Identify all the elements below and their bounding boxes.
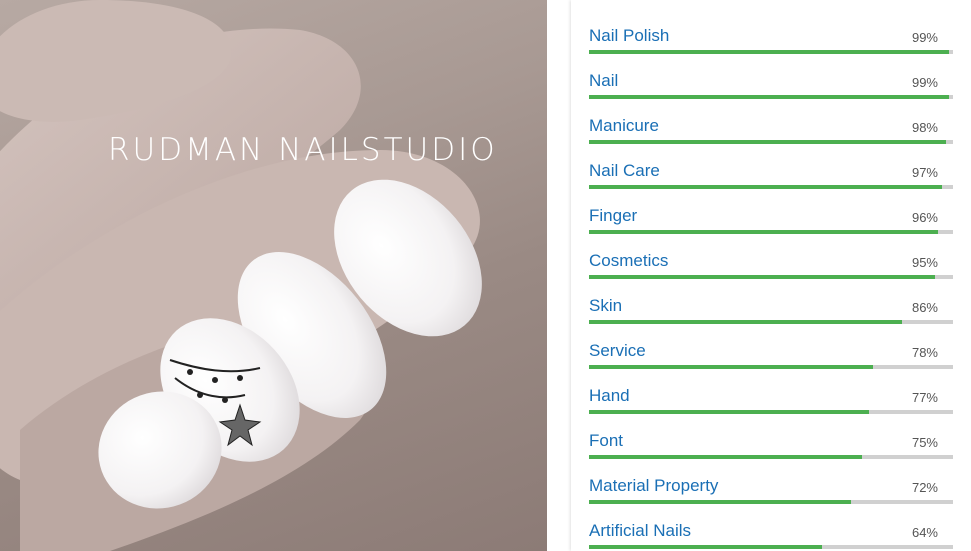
label-name-link[interactable]: Nail: [589, 71, 618, 91]
label-row: Nail Care 97%: [589, 135, 953, 189]
label-name-link[interactable]: Service: [589, 341, 646, 361]
label-score: 96%: [911, 210, 938, 225]
label-score: 75%: [911, 435, 938, 450]
analyzed-photo: RUDMAN NAILSTUDIO: [0, 0, 547, 551]
panel-gap: [547, 0, 571, 551]
score-bar-track: [589, 545, 953, 549]
label-score: 98%: [911, 120, 938, 135]
label-score: 78%: [911, 345, 938, 360]
label-row: Material Property 72%: [589, 450, 953, 504]
label-score: 77%: [911, 390, 938, 405]
label-row: Manicure 98%: [589, 90, 953, 144]
label-row: Hand 77%: [589, 360, 953, 414]
label-row: Cosmetics 95%: [589, 225, 953, 279]
watermark-text: RUDMAN NAILSTUDIO: [108, 132, 498, 168]
label-name-link[interactable]: Font: [589, 431, 623, 451]
label-row: Nail 99%: [589, 45, 953, 99]
label-row: Font 75%: [589, 405, 953, 459]
label-score: 97%: [911, 165, 938, 180]
label-name-link[interactable]: Material Property: [589, 476, 718, 496]
label-row: Service 78%: [589, 315, 953, 369]
label-row: Finger 96%: [589, 180, 953, 234]
label-name-link[interactable]: Cosmetics: [589, 251, 668, 271]
label-score: 86%: [911, 300, 938, 315]
label-score: 99%: [911, 30, 938, 45]
label-row: Artificial Nails 64%: [589, 495, 953, 549]
labels-panel: Nail Polish 99% Nail 99% Manicure 98% Nail Car…: [571, 0, 971, 551]
label-name-link[interactable]: Nail Care: [589, 161, 660, 181]
label-row: Nail Polish 99%: [589, 0, 953, 54]
label-score: 95%: [911, 255, 938, 270]
label-name-link[interactable]: Skin: [589, 296, 622, 316]
label-row: Skin 86%: [589, 270, 953, 324]
score-bar-fill: [589, 545, 822, 549]
label-name-link[interactable]: Nail Polish: [589, 26, 669, 46]
label-score: 64%: [911, 525, 938, 540]
label-name-link[interactable]: Hand: [589, 386, 630, 406]
label-score: 99%: [911, 75, 938, 90]
label-name-link[interactable]: Artificial Nails: [589, 521, 691, 541]
label-name-link[interactable]: Finger: [589, 206, 637, 226]
label-score: 72%: [911, 480, 938, 495]
label-name-link[interactable]: Manicure: [589, 116, 659, 136]
nail-photo-illustration: [0, 0, 482, 551]
